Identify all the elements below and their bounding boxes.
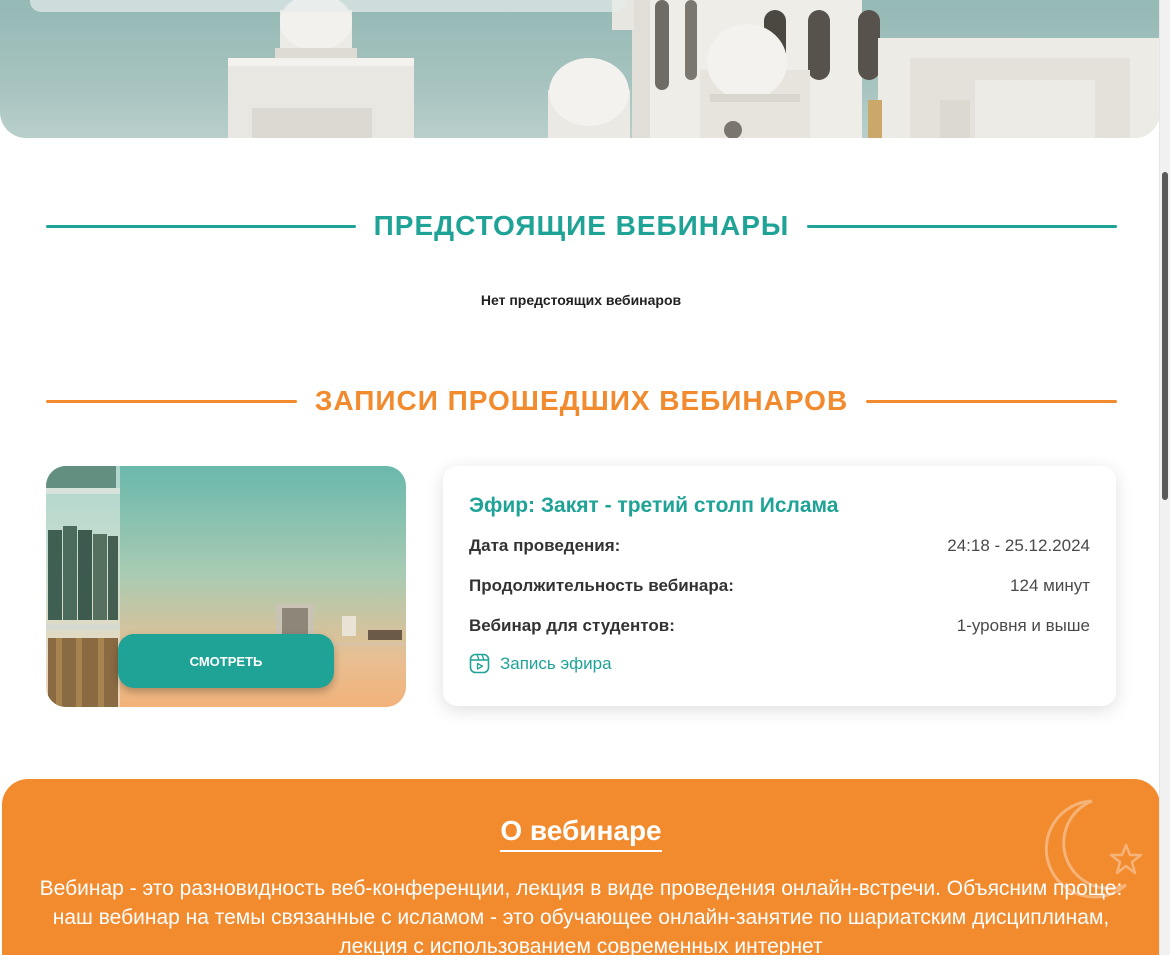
hero-banner — [0, 0, 1160, 138]
video-recording-icon — [469, 653, 490, 674]
mosque-illustration — [228, 0, 1160, 138]
webinar-title[interactable]: Эфир: Закят - третий столп Ислама — [469, 494, 838, 518]
upcoming-webinars-heading: ПРЕДСТОЯЩИЕ ВЕБИНАРЫ — [46, 210, 1117, 242]
page: ПРЕДСТОЯЩИЕ ВЕБИНАРЫ Нет предстоящих веб… — [0, 0, 1170, 955]
about-description: Вебинар - это разновидность веб-конферен… — [39, 877, 1123, 955]
row-value: 124 минут — [1010, 576, 1090, 595]
upcoming-webinars-title: ПРЕДСТОЯЩИЕ ВЕБИНАРЫ — [373, 210, 790, 241]
recording-link[interactable]: Запись эфира — [469, 653, 612, 674]
page-scrollbar[interactable] — [1159, 0, 1170, 955]
scrollbar-thumb[interactable] — [1162, 172, 1168, 500]
no-upcoming-webinars-text: Нет предстоящих вебинаров — [480, 292, 682, 308]
row-label: Дата проведения: — [469, 536, 621, 555]
row-label: Продолжительность вебинара: — [469, 576, 734, 595]
past-webinars-title: ЗАПИСИ ПРОШЕДШИХ ВЕБИНАРОВ — [314, 385, 849, 416]
row-label: Вебинар для студентов: — [469, 616, 675, 635]
watch-button[interactable]: СМОТРЕТЬ — [118, 634, 334, 688]
webinar-date-row: Дата проведения: 24:18 - 25.12.2024 — [469, 536, 1090, 556]
webinar-duration-row: Продолжительность вебинара: 124 минут — [469, 576, 1090, 596]
heading-line-right — [807, 224, 1117, 228]
about-title: О вебинаре — [2, 815, 1160, 852]
row-value: 24:18 - 25.12.2024 — [947, 536, 1090, 555]
webinar-students-row: Вебинар для студентов: 1-уровня и выше — [469, 616, 1090, 636]
webinar-info-card: Эфир: Закят - третий столп Ислама Дата п… — [443, 466, 1116, 706]
past-webinars-heading: ЗАПИСИ ПРОШЕДШИХ ВЕБИНАРОВ — [46, 385, 1118, 417]
hero-overlay-bar — [30, 0, 626, 12]
heading-line-left — [46, 224, 356, 228]
row-value: 1-уровня и выше — [956, 616, 1090, 635]
heading-line-left — [46, 399, 297, 403]
recording-link-label: Запись эфира — [500, 653, 612, 673]
heading-line-right — [866, 399, 1118, 403]
about-title-text: О вебинаре — [500, 815, 662, 852]
about-webinar-section: О вебинаре Вебинар - это разновидность в… — [2, 779, 1160, 955]
